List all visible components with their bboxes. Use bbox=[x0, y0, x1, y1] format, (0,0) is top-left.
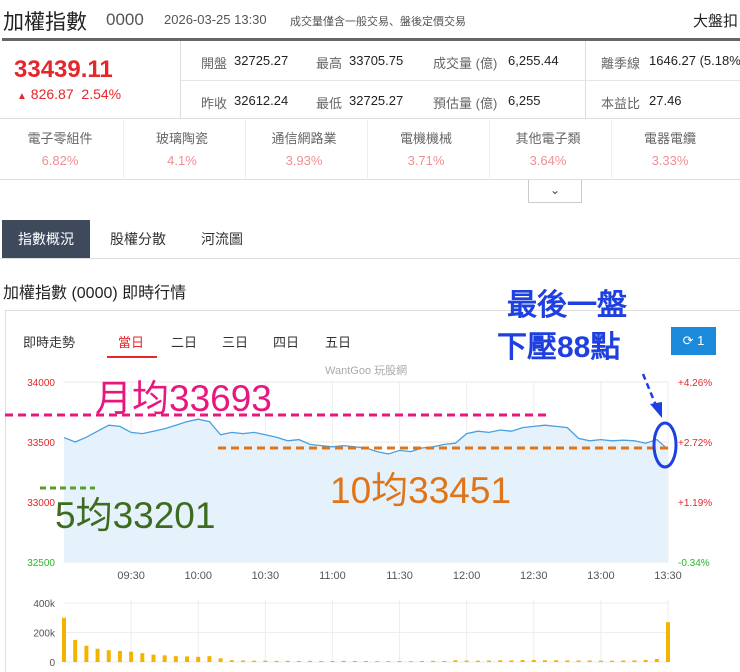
volume-bar bbox=[185, 656, 190, 662]
volume-bar bbox=[554, 660, 559, 662]
volume-bar bbox=[151, 654, 156, 662]
volume-bar bbox=[330, 660, 335, 662]
volume-bar bbox=[140, 653, 145, 662]
volume-bar bbox=[375, 661, 380, 662]
volume-bar bbox=[229, 660, 234, 662]
volume-bar bbox=[129, 651, 134, 662]
volume-bar bbox=[598, 660, 603, 662]
volume-bar bbox=[106, 650, 111, 662]
volume-bar bbox=[464, 660, 469, 662]
volume-bar bbox=[587, 660, 592, 662]
x-tick-label: 10:00 bbox=[184, 570, 212, 582]
volume-bar bbox=[341, 660, 346, 662]
volume-bar bbox=[240, 660, 245, 662]
annotation-ma5: 5均33201 bbox=[55, 495, 216, 536]
volume-bar bbox=[285, 660, 290, 662]
volume-bar bbox=[386, 661, 391, 662]
volume-bar bbox=[565, 660, 570, 662]
volume-bar bbox=[509, 660, 514, 662]
y-tick-label: 32500 bbox=[27, 558, 55, 569]
volume-bar bbox=[442, 660, 447, 662]
volume-bar bbox=[408, 661, 413, 662]
volume-bar bbox=[296, 660, 301, 662]
x-tick-label: 11:00 bbox=[319, 570, 346, 582]
arrow-head-icon bbox=[650, 402, 662, 418]
volume-bar bbox=[520, 660, 525, 662]
volume-bar bbox=[643, 659, 648, 662]
y-right-tick-label: -0.34% bbox=[678, 558, 710, 569]
y-right-tick-label: +1.19% bbox=[678, 498, 712, 509]
x-tick-label: 09:30 bbox=[117, 570, 145, 582]
volume-bar bbox=[453, 660, 458, 662]
volume-bar bbox=[397, 660, 402, 662]
volume-tick-label: 0 bbox=[49, 658, 55, 669]
y-tick-label: 33500 bbox=[27, 438, 55, 449]
volume-bar bbox=[95, 648, 100, 662]
y-tick-label: 34000 bbox=[27, 378, 55, 389]
volume-bar bbox=[431, 660, 436, 662]
volume-bar bbox=[308, 660, 313, 662]
volume-bar bbox=[632, 660, 637, 662]
volume-bar bbox=[319, 660, 324, 662]
annotation-note-2: 下壓88點 bbox=[497, 331, 621, 364]
x-tick-label: 12:30 bbox=[520, 570, 548, 582]
annotation-note-1: 最後一盤 bbox=[507, 289, 627, 322]
volume-bar bbox=[576, 660, 581, 662]
arrow-icon bbox=[641, 373, 659, 409]
volume-bar bbox=[162, 655, 167, 662]
volume-tick-label: 200k bbox=[33, 629, 56, 640]
volume-bar bbox=[218, 658, 223, 662]
x-tick-label: 10:30 bbox=[252, 570, 280, 582]
y-right-tick-label: +4.26% bbox=[678, 378, 712, 389]
annotation-ma10: 10均33451 bbox=[330, 470, 512, 511]
volume-bar bbox=[207, 656, 212, 662]
x-tick-label: 13:00 bbox=[587, 570, 615, 582]
volume-bar bbox=[263, 660, 268, 662]
y-right-tick-label: +2.72% bbox=[678, 438, 712, 449]
volume-bar bbox=[196, 656, 201, 662]
volume-bar bbox=[364, 660, 368, 662]
volume-bar bbox=[654, 659, 659, 662]
volume-bar bbox=[62, 617, 66, 662]
volume-bar bbox=[73, 639, 78, 662]
volume-bar bbox=[252, 660, 257, 662]
volume-bar bbox=[84, 645, 89, 662]
volume-bar bbox=[274, 660, 279, 662]
volume-tick-label: 400k bbox=[33, 599, 56, 610]
y-tick-label: 33000 bbox=[27, 498, 55, 509]
volume-bar bbox=[117, 650, 122, 662]
x-tick-label: 13:30 bbox=[654, 570, 682, 582]
volume-bar bbox=[352, 660, 357, 662]
volume-bar bbox=[531, 659, 536, 662]
volume-bar bbox=[173, 656, 178, 662]
price-chart: 34000 +4.26% 33500 +2.72% 33000 +1.19% 32500 -0… bbox=[5, 373, 712, 669]
volume-bar bbox=[475, 660, 480, 662]
x-tick-label: 12:00 bbox=[453, 570, 481, 582]
volume-bar bbox=[419, 660, 424, 662]
volume-bar bbox=[610, 660, 615, 662]
annotation-monthly-ma: 月均33693 bbox=[95, 378, 272, 419]
volume-bar bbox=[666, 622, 670, 662]
x-tick-label: 11:30 bbox=[386, 570, 413, 582]
volume-bar bbox=[498, 660, 503, 662]
volume-bar bbox=[542, 660, 547, 662]
volume-bar bbox=[487, 660, 492, 662]
volume-bar bbox=[621, 660, 626, 662]
